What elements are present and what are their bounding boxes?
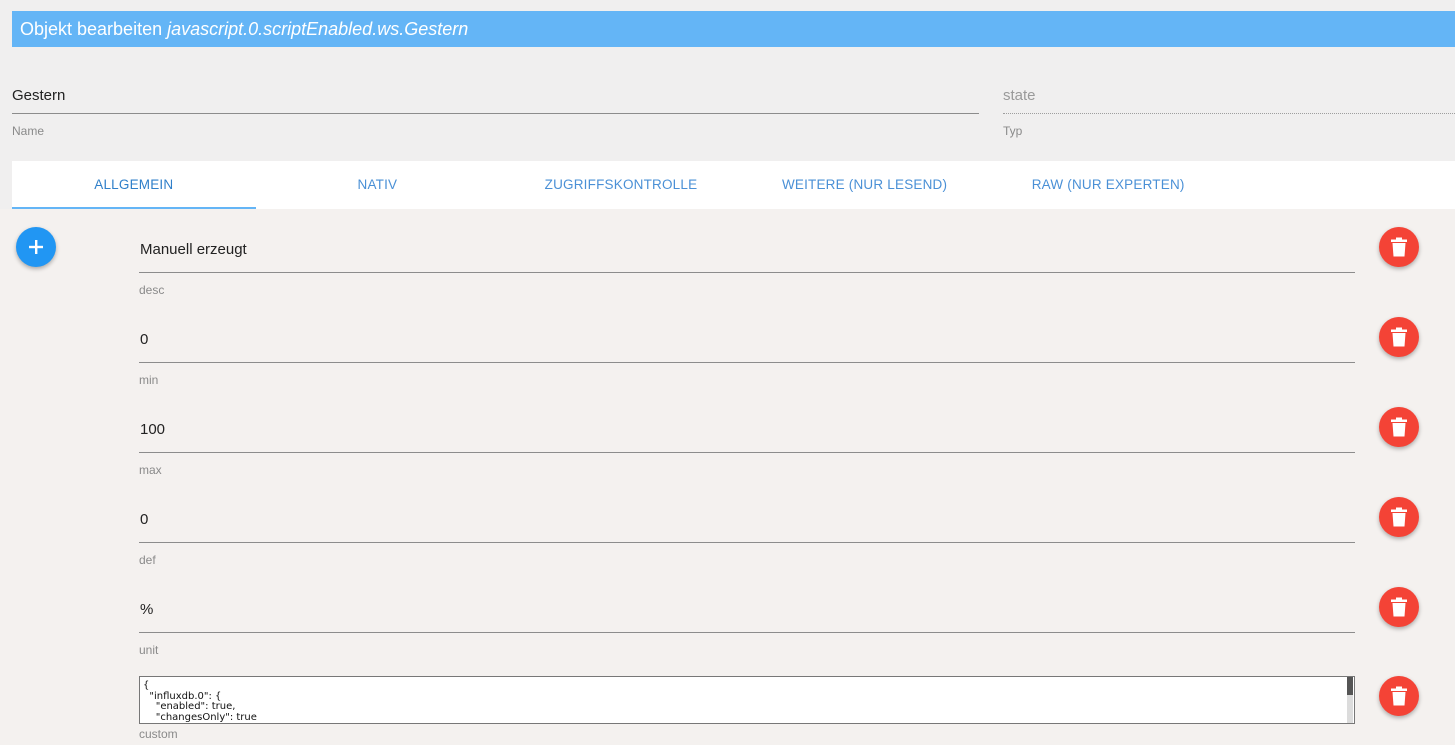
dialog-title: Objekt bearbeiten: [20, 19, 168, 39]
field-def[interactable]: 0 def: [139, 497, 1355, 567]
desc-input[interactable]: Manuell erzeugt: [139, 227, 1355, 273]
general-tab-content: Manuell erzeugt desc 0 min 100 max 0 def…: [0, 209, 1455, 745]
custom-textarea[interactable]: { "influxdb.0": { "enabled": true, "chan…: [139, 676, 1355, 724]
tab-zugriffskontrolle[interactable]: ZUGRIFFSKONTROLLE: [499, 161, 743, 209]
field-max[interactable]: 100 max: [139, 407, 1355, 477]
plus-icon: [29, 240, 43, 254]
tab-raw[interactable]: RAW (NUR EXPERTEN): [986, 161, 1230, 209]
trash-icon: [1391, 686, 1407, 706]
tab-weitere[interactable]: WEITERE (NUR LESEND): [743, 161, 987, 209]
name-input[interactable]: Gestern: [12, 78, 979, 114]
max-input[interactable]: 100: [139, 407, 1355, 453]
delete-unit-button[interactable]: [1379, 587, 1419, 627]
field-unit[interactable]: % unit: [139, 587, 1355, 657]
add-attribute-button[interactable]: [16, 227, 56, 267]
min-input[interactable]: 0: [139, 317, 1355, 363]
unit-input[interactable]: %: [139, 587, 1355, 633]
custom-scrollbar-thumb[interactable]: [1347, 677, 1353, 695]
type-input: state: [1003, 78, 1455, 114]
custom-json-text: { "influxdb.0": { "enabled": true, "chan…: [143, 680, 257, 723]
delete-custom-button[interactable]: [1379, 676, 1419, 716]
object-id: javascript.0.scriptEnabled.ws.Gestern: [167, 19, 469, 39]
delete-def-button[interactable]: [1379, 497, 1419, 537]
custom-scrollbar[interactable]: [1347, 677, 1353, 723]
field-min[interactable]: 0 min: [139, 317, 1355, 387]
trash-icon: [1391, 327, 1407, 347]
field-desc[interactable]: Manuell erzeugt desc: [139, 227, 1355, 297]
unit-label: unit: [139, 643, 159, 657]
type-label: Typ: [1003, 124, 1023, 138]
tab-nativ[interactable]: NATIV: [256, 161, 500, 209]
delete-min-button[interactable]: [1379, 317, 1419, 357]
min-label: min: [139, 373, 159, 387]
dialog-title-bar: Objekt bearbeiten javascript.0.scriptEna…: [12, 11, 1455, 47]
trash-icon: [1391, 597, 1407, 617]
type-field: state Typ: [1003, 78, 1455, 138]
delete-max-button[interactable]: [1379, 407, 1419, 447]
name-label: Name: [12, 124, 45, 138]
max-label: max: [139, 463, 162, 477]
custom-label: custom: [139, 727, 178, 741]
trash-icon: [1391, 417, 1407, 437]
tab-allgemein[interactable]: ALLGEMEIN: [12, 161, 256, 209]
edit-object-dialog: Objekt bearbeiten javascript.0.scriptEna…: [0, 0, 1455, 745]
desc-label: desc: [139, 283, 165, 297]
delete-desc-button[interactable]: [1379, 227, 1419, 267]
tab-bar: ALLGEMEIN NATIV ZUGRIFFSKONTROLLE WEITER…: [12, 161, 1455, 209]
def-input[interactable]: 0: [139, 497, 1355, 543]
trash-icon: [1391, 507, 1407, 527]
name-field[interactable]: Gestern Name: [12, 78, 979, 138]
def-label: def: [139, 553, 156, 567]
trash-icon: [1391, 237, 1407, 257]
